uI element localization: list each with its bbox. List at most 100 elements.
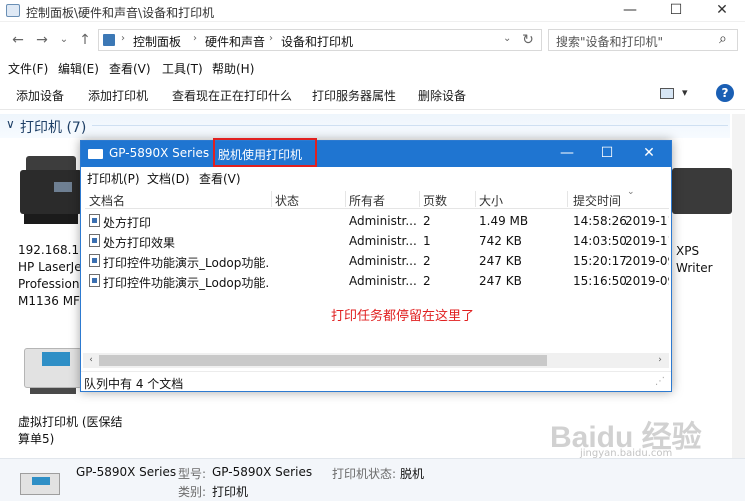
close-button[interactable]: ✕ — [699, 0, 745, 22]
row-document-name: 打印控件功能演示_Lodop功能... — [103, 256, 269, 270]
row-document-name: 处方打印 — [103, 216, 152, 230]
scroll-right-icon[interactable]: › — [653, 354, 667, 367]
menu-bar: 文件(F) 编辑(E) 查看(V) 工具(T) 帮助(H) — [0, 58, 745, 78]
address-bar[interactable]: › 控制面板 › 硬件和声音 › 设备和打印机 ⌄ — [98, 29, 542, 51]
table-row[interactable]: 打印控件功能演示_Lodop功能... Administr... 2 247 K… — [85, 271, 669, 291]
virtual-printer-icon[interactable] — [24, 340, 82, 398]
see-whats-printing-button[interactable]: 查看现在正在打印什么 — [172, 87, 292, 104]
maximize-button[interactable]: ☐ — [653, 0, 699, 22]
details-printer-name: GP-5890X Series — [76, 465, 177, 479]
search-icon[interactable]: ⌕ — [719, 31, 727, 47]
collapse-chevron-icon[interactable]: ∨ — [6, 117, 15, 131]
device-label-line: Writer — [676, 261, 713, 275]
row-pages: 1 — [423, 234, 431, 248]
document-icon — [89, 274, 100, 287]
row-date: 2019-11 — [625, 234, 669, 248]
address-row: ← → ⌄ ↑ › 控制面板 › 硬件和声音 › 设备和打印机 ⌄ ↻ 搜索"设… — [0, 26, 745, 54]
scroll-thumb[interactable] — [99, 355, 547, 366]
details-model-label: 型号: — [178, 467, 207, 481]
breadcrumb-separator: › — [269, 33, 273, 44]
column-size[interactable]: 大小 — [479, 192, 503, 209]
menu-help[interactable]: 帮助(H) — [212, 60, 254, 77]
row-owner: Administr... — [349, 234, 417, 248]
queue-column-headers: 文档名 状态 所有者 页数 大小 提交时间 — [85, 189, 669, 209]
column-submitted[interactable]: 提交时间 — [573, 192, 621, 209]
document-icon — [89, 254, 100, 267]
row-document-name: 处方打印效果 — [103, 236, 176, 250]
device-label-line: 算单5) — [18, 432, 55, 446]
minimize-button[interactable]: — — [607, 0, 653, 22]
queue-menu-document[interactable]: 文档(D) — [147, 170, 190, 187]
column-pages[interactable]: 页数 — [423, 192, 447, 209]
row-size: 1.49 MB — [479, 214, 529, 228]
document-icon — [89, 234, 100, 247]
breadcrumb-control-panel[interactable]: 控制面板 — [133, 33, 181, 50]
refresh-button[interactable]: ↻ — [518, 30, 538, 50]
print-queue-window: GP-5890X Series - 脱机使用打印机 — ☐ ✕ 打印机(P) 文… — [80, 138, 672, 392]
breadcrumb-separator: › — [193, 33, 197, 44]
forward-button[interactable]: → — [32, 30, 52, 50]
address-dropdown-icon[interactable]: ⌄ — [503, 33, 511, 44]
column-owner[interactable]: 所有者 — [349, 192, 385, 209]
resize-grip-icon[interactable]: ⋰ — [655, 376, 665, 387]
queue-titlebar[interactable]: GP-5890X Series - 脱机使用打印机 — ☐ ✕ — [81, 138, 671, 167]
print-server-properties-button[interactable]: 打印服务器属性 — [312, 87, 396, 104]
device-label-line: XPS — [676, 244, 700, 258]
folder-icon — [6, 4, 20, 17]
hp-laserjet-printer-icon[interactable] — [20, 156, 82, 230]
add-device-button[interactable]: 添加设备 — [16, 87, 64, 104]
column-status[interactable]: 状态 — [275, 192, 299, 209]
menu-file[interactable]: 文件(F) — [8, 60, 48, 77]
row-owner: Administr... — [349, 274, 417, 288]
table-row[interactable]: 打印控件功能演示_Lodop功能... Administr... 2 247 K… — [85, 251, 669, 271]
details-model-value: GP-5890X Series — [212, 465, 313, 479]
details-category-value: 打印机 — [212, 485, 249, 499]
menu-edit[interactable]: 编辑(E) — [58, 60, 99, 77]
group-divider — [92, 125, 728, 126]
row-size: 247 KB — [479, 254, 522, 268]
xps-printer-icon[interactable] — [672, 168, 732, 218]
recent-dropdown-button[interactable]: ⌄ — [54, 30, 74, 50]
add-printer-button[interactable]: 添加打印机 — [88, 87, 148, 104]
printer-icon — [88, 149, 103, 159]
row-owner: Administr... — [349, 254, 417, 268]
search-input[interactable]: 搜索"设备和打印机" ⌕ — [548, 29, 738, 51]
column-document-name[interactable]: 文档名 — [89, 192, 125, 209]
queue-menu-printer[interactable]: 打印机(P) — [87, 170, 140, 187]
change-view-icon[interactable] — [660, 88, 674, 99]
remove-device-button[interactable]: 删除设备 — [418, 87, 466, 104]
document-icon — [89, 214, 100, 227]
table-row[interactable]: 处方打印 Administr... 2 1.49 MB 14:58:26 201… — [85, 211, 669, 231]
row-pages: 2 — [423, 254, 431, 268]
watermark-url: jingyan.baidu.com — [580, 448, 673, 459]
back-button[interactable]: ← — [8, 30, 28, 50]
table-row[interactable]: 处方打印效果 Administr... 1 742 KB 14:03:50 20… — [85, 231, 669, 251]
printers-group-header[interactable]: ∨ 打印机 (7) — [0, 114, 730, 138]
details-pane: GP-5890X Series 型号: GP-5890X Series 打印机状… — [0, 458, 745, 501]
menu-view[interactable]: 查看(V) — [109, 60, 151, 77]
queue-menu-bar: 打印机(P) 文档(D) 查看(V) — [81, 167, 671, 187]
queue-menu-view[interactable]: 查看(V) — [199, 170, 241, 187]
row-time: 15:20:17 — [573, 254, 627, 268]
breadcrumb-devices-printers[interactable]: 设备和打印机 — [281, 33, 353, 50]
scroll-left-icon[interactable]: ‹ — [84, 354, 98, 367]
device-label-xps[interactable]: XPS Writer — [676, 243, 713, 277]
breadcrumb-hardware-sound[interactable]: 硬件和声音 — [205, 33, 265, 50]
command-bar: 添加设备 添加打印机 查看现在正在打印什么 打印服务器属性 删除设备 ▾ ? — [0, 80, 745, 110]
view-dropdown-icon[interactable]: ▾ — [682, 86, 688, 99]
queue-title-separator: - — [204, 146, 209, 160]
queue-maximize-button[interactable]: ☐ — [587, 143, 627, 165]
horizontal-scrollbar[interactable]: ‹ › — [83, 353, 669, 368]
help-icon[interactable]: ? — [716, 84, 734, 102]
up-button[interactable]: ↑ — [75, 30, 95, 50]
row-size: 247 KB — [479, 274, 522, 288]
device-label-virtual[interactable]: 虚拟打印机 (医保结 算单5) — [18, 414, 123, 448]
details-category-label: 类别: — [178, 485, 207, 499]
search-placeholder: 搜索"设备和打印机" — [556, 35, 664, 49]
row-owner: Administr... — [349, 214, 417, 228]
vertical-scrollbar[interactable] — [732, 114, 745, 458]
queue-minimize-button[interactable]: — — [547, 143, 587, 165]
queue-close-button[interactable]: ✕ — [629, 143, 669, 165]
menu-tools[interactable]: 工具(T) — [162, 60, 203, 77]
explorer-titlebar: 控制面板\硬件和声音\设备和打印机 — ☐ ✕ — [0, 0, 745, 22]
